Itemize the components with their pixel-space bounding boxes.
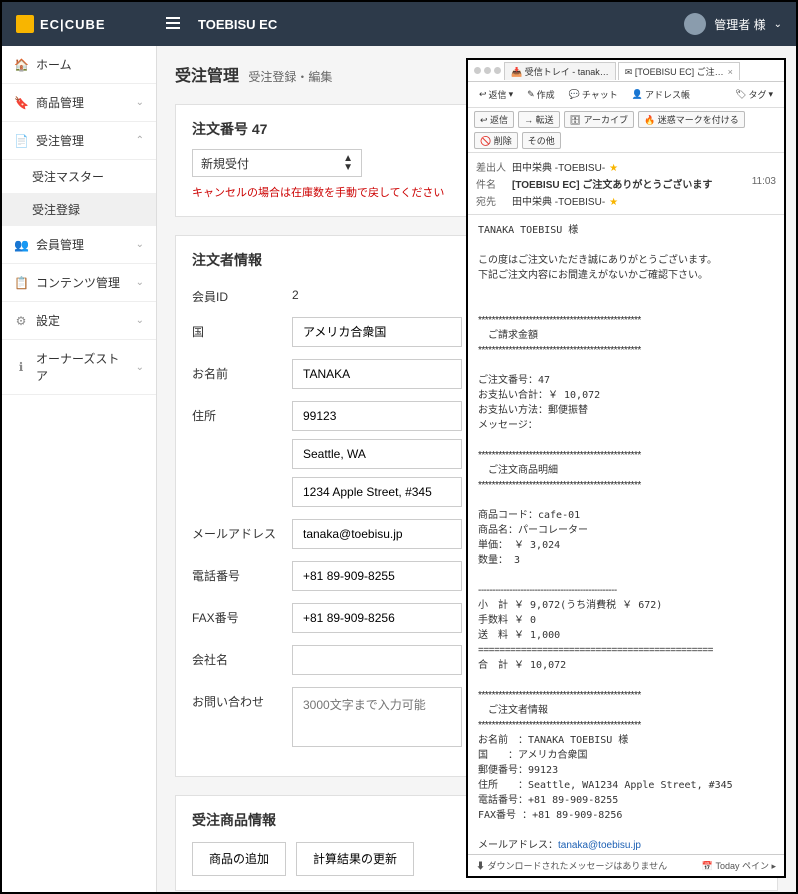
sidebar-item[interactable]: ℹ オーナーズストア ⌄	[2, 340, 156, 395]
tab-inbox[interactable]: 📥 受信トレイ - tanak…	[504, 62, 616, 80]
chat-button[interactable]: 💬チャット	[564, 85, 623, 104]
download-status: ⬇ ダウンロードされたメッセージはありません	[476, 859, 667, 872]
tab-message[interactable]: ✉ [TOEBISU EC] ご注…×	[618, 62, 740, 80]
select-arrows-icon: ▲▼	[343, 154, 353, 172]
tel-input[interactable]	[292, 561, 462, 591]
sidebar-icon: 👥	[14, 238, 28, 252]
window-control-icon[interactable]	[494, 67, 501, 74]
sidebar-label: 会員管理	[36, 236, 128, 253]
zip-input[interactable]	[292, 401, 462, 431]
close-icon[interactable]: ×	[728, 67, 733, 77]
star-icon[interactable]: ★	[609, 197, 618, 208]
member-id-label: 会員ID	[192, 282, 292, 305]
mail-time: 11:03	[752, 176, 776, 191]
user-name: 管理者 様	[714, 16, 765, 33]
sidebar-label: ホーム	[36, 56, 136, 73]
country-input[interactable]	[292, 317, 462, 347]
chevron-down-icon: ⌄	[774, 19, 782, 30]
sidebar-label: オーナーズストア	[36, 350, 128, 384]
chevron-icon: ⌄	[136, 239, 144, 250]
chevron-icon: ⌃	[136, 135, 144, 146]
country-label: 国	[192, 317, 292, 340]
logo-text: EC|CUBE	[40, 17, 106, 32]
order-status-select[interactable]: 新規受付 ▲▼	[192, 149, 362, 177]
chevron-icon: ⌄	[136, 315, 144, 326]
sidebar-label: コンテンツ管理	[36, 274, 128, 291]
user-menu[interactable]: 管理者 様 ⌄	[684, 13, 782, 35]
chevron-icon: ⌄	[136, 277, 144, 288]
name-input[interactable]	[292, 359, 462, 389]
subject-value: [TOEBISU EC] ご注文ありがとうございます	[512, 176, 752, 191]
sidebar-label: 設定	[36, 312, 128, 329]
to-value: 田中栄典 -TOEBISU-★	[512, 193, 776, 208]
tag-button[interactable]: 🏷タグ▾	[730, 85, 778, 104]
email-input[interactable]	[292, 519, 462, 549]
inquiry-textarea[interactable]	[292, 687, 462, 747]
company-label: 会社名	[192, 645, 292, 668]
city-input[interactable]	[292, 439, 462, 469]
inquiry-label: お問い合わせ	[192, 687, 292, 710]
sidebar-label: 商品管理	[36, 94, 128, 111]
sidebar-icon: 📄	[14, 134, 28, 148]
add-product-button[interactable]: 商品の追加	[192, 842, 286, 876]
sidebar-item[interactable]: 👥 会員管理 ⌄	[2, 226, 156, 264]
logo-icon	[16, 15, 34, 33]
company-input[interactable]	[292, 645, 462, 675]
sidebar-icon: 🔖	[14, 96, 28, 110]
today-pane-toggle[interactable]: 📅 Today ペイン ▸	[702, 859, 776, 872]
sidebar-icon: ⚙	[14, 314, 28, 328]
email-client-window: 📥 受信トレイ - tanak… ✉ [TOEBISU EC] ご注…× ↩返信…	[466, 58, 786, 878]
sidebar-item[interactable]: ⚙ 設定 ⌄	[2, 302, 156, 340]
junk-pill[interactable]: 🔥 迷惑マークを付ける	[638, 111, 745, 128]
email-label: メールアドレス	[192, 519, 292, 542]
sidebar-label: 受注管理	[36, 132, 128, 149]
hamburger-icon[interactable]	[164, 14, 182, 35]
cancel-note: キャンセルの場合は在庫数を手動で戻してください	[192, 185, 452, 202]
window-control-icon[interactable]	[474, 67, 481, 74]
sidebar-item[interactable]: 🏠 ホーム	[2, 46, 156, 84]
sidebar-icon: 📋	[14, 276, 28, 290]
recalc-button[interactable]: 計算結果の更新	[296, 842, 414, 876]
chevron-icon: ⌄	[136, 362, 144, 373]
fax-input[interactable]	[292, 603, 462, 633]
subject-label: 件名	[476, 176, 512, 191]
sidebar-item[interactable]: 🔖 商品管理 ⌄	[2, 84, 156, 122]
address-button[interactable]: 👤アドレス帳	[627, 85, 695, 104]
sidebar: 🏠 ホーム 🔖 商品管理 ⌄ 📄 受注管理 ⌃ 受注マスター受注登録 👥 会員管理 ⌄ 📋 コンテンツ管理…	[2, 46, 157, 892]
from-label: 差出人	[476, 159, 512, 174]
sidebar-icon: 🏠	[14, 58, 28, 72]
sidebar-icon: ℹ	[14, 360, 28, 374]
sidebar-item[interactable]: 📄 受注管理 ⌃	[2, 122, 156, 160]
email-body: TANAKA TOEBISU 様 この度はご注文いただき誠にありがとうございます…	[468, 215, 784, 854]
street-input[interactable]	[292, 477, 462, 507]
forward-pill[interactable]: → 転送	[518, 111, 560, 128]
reply-pill[interactable]: ↩ 返信	[474, 111, 514, 128]
tel-label: 電話番号	[192, 561, 292, 584]
star-icon[interactable]: ★	[609, 163, 618, 174]
window-control-icon[interactable]	[484, 67, 491, 74]
reply-button[interactable]: ↩返信▾	[474, 85, 518, 104]
address-label: 住所	[192, 401, 292, 424]
compose-button[interactable]: ✎作成	[522, 85, 560, 104]
from-value: 田中栄典 -TOEBISU-★	[512, 159, 776, 174]
delete-pill[interactable]: 🚫 削除	[474, 132, 518, 149]
archive-pill[interactable]: 🗄 アーカイブ	[564, 111, 634, 128]
name-label: お名前	[192, 359, 292, 382]
sidebar-sub-item[interactable]: 受注マスター	[2, 160, 156, 193]
sidebar-sub-item[interactable]: 受注登録	[2, 193, 156, 226]
fax-label: FAX番号	[192, 603, 292, 626]
site-title: TOEBISU EC	[198, 17, 684, 32]
other-pill[interactable]: その他	[522, 132, 561, 149]
avatar-icon	[684, 13, 706, 35]
chevron-icon: ⌄	[136, 97, 144, 108]
sidebar-item[interactable]: 📋 コンテンツ管理 ⌄	[2, 264, 156, 302]
to-label: 宛先	[476, 193, 512, 208]
logo: EC|CUBE	[16, 15, 156, 33]
